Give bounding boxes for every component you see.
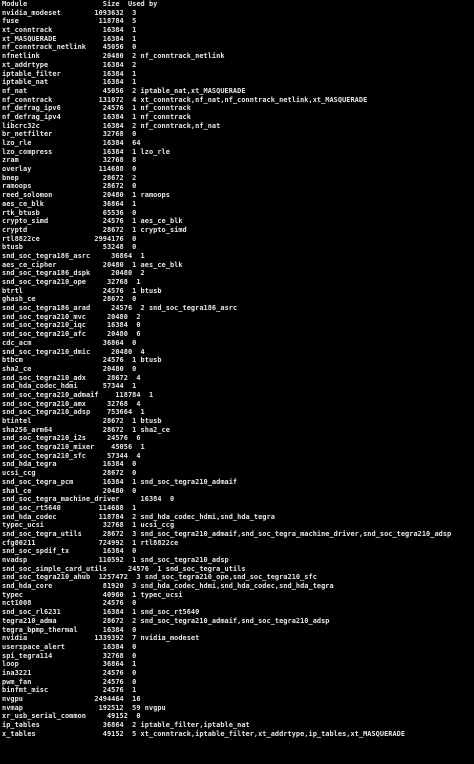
- lsmod-module-line: crypto_simd 24576 1 aes_ce_blk: [2, 217, 183, 226]
- lsmod-module-line: nvidia_modeset 1093632 3: [2, 8, 137, 17]
- lsmod-module-line: xt_addrtype 16384 2: [2, 60, 137, 69]
- lsmod-module-line: nvmap 192512 59 nvgpu: [2, 703, 166, 712]
- lsmod-module-line: snd_soc_tegra210_adsp 753664 1: [2, 408, 145, 417]
- lsmod-module-line: nf_defrag_ipv6 24576 1 nf_conntrack: [2, 104, 191, 113]
- lsmod-module-line: ip_tables 36864 2 iptable_filter,iptable…: [2, 721, 250, 730]
- lsmod-module-line: ina3221 24576 0: [2, 668, 137, 677]
- lsmod-module-line: nf_defrag_ipv4 16384 1 nf_conntrack: [2, 112, 191, 121]
- lsmod-module-line: snd_soc_tegra210_sfc 57344 4: [2, 451, 141, 460]
- lsmod-module-line: sha2_ce 20480 0: [2, 364, 137, 373]
- lsmod-module-line: snd_soc_tegra186_arad 24576 2 snd_soc_te…: [2, 304, 238, 313]
- lsmod-module-line: zram 32768 8: [2, 156, 137, 165]
- lsmod-module-line: cryptd 28672 1 crypto_simd: [2, 225, 187, 234]
- lsmod-module-line: nf_nat 45056 2 iptable_nat,xt_MASQUERADE: [2, 86, 246, 95]
- lsmod-module-line: xr_usb_serial_common 49152 0: [2, 712, 141, 721]
- lsmod-module-line: lzo_compress 16384 1 lzo_rle: [2, 147, 170, 156]
- lsmod-module-line: nct1008 24576 0: [2, 599, 137, 608]
- lsmod-module-line: binfmt_misc 24576 1: [2, 686, 137, 695]
- lsmod-module-line: pwm_fan 24576 0: [2, 677, 137, 686]
- lsmod-module-line: snd_soc_tegra_utils 28672 3 snd_soc_tegr…: [2, 529, 452, 538]
- lsmod-module-line: snd_hda_core 81920 3 snd_hda_codec_hdmi,…: [2, 582, 334, 591]
- lsmod-module-line: lzo_rle 16384 64: [2, 139, 141, 147]
- lsmod-module-line: nfnetlink 20480 2 nf_conntrack_netlink: [2, 52, 225, 61]
- lsmod-module-line: snd_hda_codec 118784 2 snd_hda_codec_hdm…: [2, 512, 275, 521]
- lsmod-module-line: spi_tegra114 32768 0: [2, 651, 137, 660]
- lsmod-module-line: snd_soc_rt5640 114688 1: [2, 503, 137, 512]
- lsmod-module-line: loop 36864 1: [2, 660, 137, 669]
- lsmod-module-line: ucsi_ccg 28672 0: [2, 469, 137, 478]
- lsmod-module-line: nvadsp 110592 1 snd_soc_tegra210_adsp: [2, 556, 229, 564]
- lsmod-module-line: snd_soc_tegra186_asrc 36864 1: [2, 251, 145, 260]
- lsmod-module-line: typec_ucsi 32768 1 ucsi_ccg: [2, 521, 175, 530]
- lsmod-module-line: rtl8822ce 2994176 0: [2, 234, 137, 243]
- lsmod-module-line: nvidia 1339392 7 nvidia_modeset: [2, 634, 200, 643]
- lsmod-module-line: userspace_alert 16384 0: [2, 642, 137, 651]
- lsmod-module-line: ghash_ce 28672 0: [2, 295, 137, 304]
- lsmod-module-line: x_tables 49152 5 xt_conntrack,iptable_fi…: [2, 729, 406, 738]
- lsmod-module-line: btintel 28672 1 btusb: [2, 417, 162, 425]
- lsmod-module-line: snd_soc_rl6231 16384 1 snd_soc_rt5640: [2, 608, 200, 617]
- lsmod-module-line: snd_soc_tegra210_adx 28672 4: [2, 373, 141, 382]
- lsmod-module-line: libcrc32c 16384 2 nf_conntrack,nf_nat: [2, 121, 221, 130]
- lsmod-module-line: snd_soc_tegra210_i2s 24576 6: [2, 434, 141, 443]
- lsmod-module-line: snd_hda_codec_hdmi 57344 1: [2, 382, 137, 391]
- lsmod-module-line: snd_soc_tegra210_mixer 45056 1: [2, 443, 145, 452]
- lsmod-module-line: tegra210_adma 28672 2 snd_soc_tegra210_a…: [2, 616, 330, 625]
- lsmod-module-line: iptable_filter 16384 1: [2, 69, 137, 78]
- lsmod-module-line: br_netfilter 32768 0: [2, 130, 137, 139]
- lsmod-module-line: snd_soc_tegra210_ope 32768 1: [2, 278, 141, 286]
- lsmod-module-line: snd_soc_tegra210_amx 32768 4: [2, 399, 141, 408]
- lsmod-module-line: snd_hda_tegra 16384 0: [2, 460, 137, 469]
- lsmod-module-line: snd_soc_tegra210_afc 20480 6: [2, 330, 141, 339]
- lsmod-module-line: bnep 28672 2: [2, 173, 137, 182]
- lsmod-header-line: Module Size Used by: [2, 0, 158, 8]
- lsmod-module-line: tegra_bpmp_thermal 16384 0: [2, 625, 137, 634]
- lsmod-module-line: aes_ce_cipher 20480 1 aes_ce_blk: [2, 260, 183, 269]
- terminal-output: Module Size Used by nvidia_modeset 109363…: [2, 0, 474, 764]
- lsmod-module-line: nf_conntrack_netlink 45056 0: [2, 43, 137, 52]
- lsmod-module-line: snd_soc_tegra_machine_driver 16384 0: [2, 495, 175, 504]
- lsmod-module-line: snd_soc_tegra_pcm 16384 1 snd_soc_tegra2…: [2, 477, 238, 486]
- lsmod-module-line: cdc_acm 36864 0: [2, 338, 137, 347]
- lsmod-module-line: cfg80211 724992 1 rtl8822ce: [2, 538, 179, 547]
- lsmod-module-line: btrtl 24576 1 btusb: [2, 286, 162, 295]
- lsmod-module-line: overlay 114688 0: [2, 165, 137, 174]
- lsmod-module-line: rtk_btusb 65536 0: [2, 208, 137, 217]
- lsmod-module-line: sha256_arm64 28672 1 sha2_ce: [2, 425, 170, 434]
- lsmod-module-line: reed_solomon 20480 1 ramoops: [2, 191, 170, 200]
- lsmod-module-line: snd_soc_tegra186_dspk 20480 2: [2, 269, 145, 278]
- lsmod-module-line: fuse 118784 5: [2, 17, 137, 26]
- lsmod-module-line: snd_soc_spdif_tx 16384 0: [2, 547, 137, 556]
- lsmod-module-line: xt_conntrack 16384 1: [2, 26, 137, 35]
- lsmod-module-line: nvgpu 2494464 16: [2, 695, 141, 703]
- lsmod-module-line: xt_MASQUERADE 16384 1: [2, 34, 137, 43]
- lsmod-module-line: nf_conntrack 131072 4 xt_conntrack,nf_na…: [2, 95, 368, 104]
- lsmod-module-line: snd_soc_tegra210_iqc 16384 0: [2, 321, 141, 330]
- lsmod-module-line: typec 40960 1 typec_ucsi: [2, 590, 183, 599]
- lsmod-module-line: snd_soc_simple_card_utils 24576 1 snd_so…: [2, 564, 246, 573]
- lsmod-module-line: btusb 53248 0: [2, 243, 137, 252]
- lsmod-module-line: snd_soc_tegra210_dmic 20480 4: [2, 347, 145, 356]
- lsmod-module-line: iptable_nat 16384 1: [2, 78, 137, 87]
- lsmod-module-line: aes_ce_blk 36864 1: [2, 199, 137, 208]
- lsmod-module-line: snd_soc_tegra210_admaif 118784 1: [2, 390, 154, 399]
- lsmod-module-line: snd_soc_tegra210_ahub 1257472 3 snd_soc_…: [2, 573, 317, 582]
- lsmod-module-line: snd_soc_tegra210_mvc 20480 2: [2, 312, 141, 321]
- lsmod-module-line: ramoops 28672 0: [2, 182, 137, 191]
- lsmod-module-line: shal_ce 20480 0: [2, 486, 137, 495]
- lsmod-module-line: btbcm 24576 1 btusb: [2, 356, 162, 365]
